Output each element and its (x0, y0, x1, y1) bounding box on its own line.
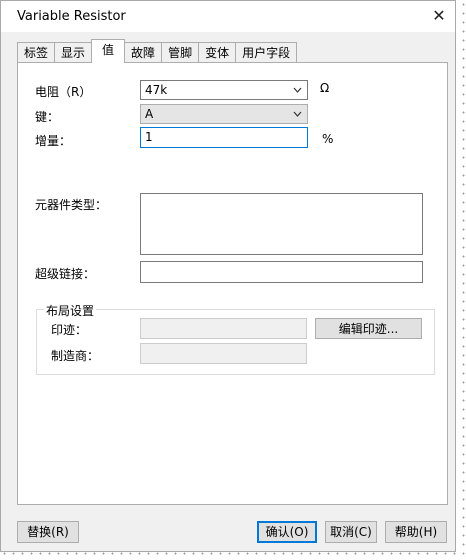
close-button[interactable]: ✕ (427, 5, 451, 27)
close-icon: ✕ (432, 6, 446, 25)
replace-button[interactable]: 替换(R) (17, 521, 79, 543)
tab-label[interactable]: 标签 (17, 42, 56, 63)
tab-pins[interactable]: 管脚 (161, 42, 200, 63)
resistance-unit: Ω (320, 81, 330, 95)
increment-value: 1 (145, 130, 153, 144)
tab-value[interactable]: 值 (91, 39, 126, 63)
value-tab-panel: 电阻（R） 47k Ω 键： A 增量： 1 % 元器件类型： 超级链接： 布局… (17, 62, 448, 505)
key-label: 键： (35, 110, 60, 124)
footprint-label: 印迹： (51, 323, 88, 337)
chevron-down-icon (293, 87, 302, 93)
footprint-input[interactable] (140, 318, 307, 339)
tab-strip: 标签 显示 值 故障 管脚 变体 用户字段 (17, 39, 298, 63)
increment-input[interactable]: 1 (140, 127, 308, 148)
increment-label: 增量： (35, 134, 72, 148)
hyperlink-label: 超级链接： (35, 267, 96, 281)
resistance-combobox[interactable]: 47k (140, 80, 308, 100)
layout-settings-title: 布局设置 (44, 302, 97, 319)
title-bar: Variable Resistor ✕ (1, 1, 455, 32)
resistance-label: 电阻（R） (35, 85, 92, 99)
edit-footprint-button[interactable]: 编辑印迹... (315, 318, 422, 339)
key-combobox[interactable]: A (140, 104, 308, 124)
chevron-down-icon (293, 111, 302, 117)
tab-variant[interactable]: 变体 (198, 42, 237, 63)
tab-fault[interactable]: 故障 (124, 42, 163, 63)
component-type-label: 元器件类型： (35, 198, 108, 212)
resistance-value: 47k (145, 83, 168, 97)
ok-button[interactable]: 确认(O) (257, 521, 317, 543)
key-value: A (145, 107, 154, 121)
help-button[interactable]: 帮助(H) (385, 521, 447, 543)
tab-display[interactable]: 显示 (54, 42, 93, 63)
window-title: Variable Resistor (17, 9, 126, 24)
tab-user-fields[interactable]: 用户字段 (235, 42, 298, 63)
manufacturer-input[interactable] (140, 343, 307, 364)
component-type-textarea[interactable] (140, 193, 423, 255)
manufacturer-label: 制造商： (51, 349, 100, 363)
variable-resistor-dialog: Variable Resistor ✕ 标签 显示 值 故障 管脚 变体 用户字… (0, 0, 456, 552)
hyperlink-input[interactable] (140, 261, 423, 283)
cancel-button[interactable]: 取消(C) (325, 521, 377, 543)
increment-unit: % (322, 132, 334, 146)
